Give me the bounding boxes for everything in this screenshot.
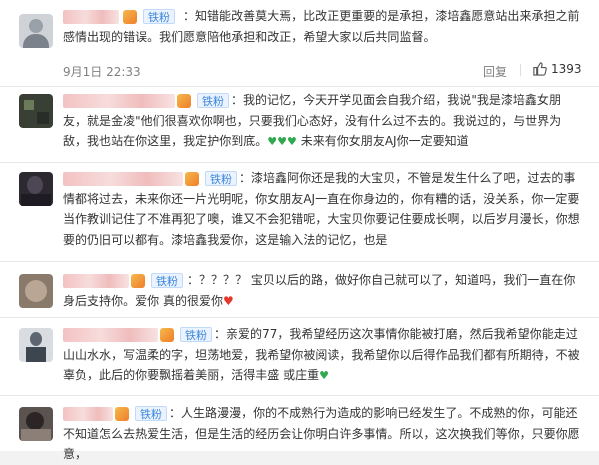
green-heart-icon: ♥: [287, 135, 297, 148]
avatar[interactable]: [19, 94, 53, 128]
red-heart-icon: ♥: [223, 293, 234, 308]
comment-text: ：漆培鑫阿你还是我的大宝贝，不管是发生什么了吧，过去的事情都将过去，未来你还一片…: [63, 171, 580, 247]
comment-text: ：？？？？ 宝贝以后的路，做好你自己就可以了，知道吗，我们一直在你身后支持你。爱…: [63, 273, 576, 308]
comment-item: 铁粉 ：漆培鑫阿你还是我的大宝贝，不管是发生什么了吧，过去的事情都将过去，未来你…: [0, 164, 599, 262]
divider: [520, 64, 521, 76]
green-heart-icon: ♥: [319, 369, 330, 382]
comment-text: ：知错能改善莫大焉，比改正更重要的是承担，漆培鑫愿意站出来承担之前感情出现的错误…: [63, 9, 580, 44]
comment-text: ：人生路漫漫，你的不成熟行为造成的影响已经发生了。不成熟的你，可能还不知道怎么去…: [63, 406, 580, 461]
comment-text: ：亲爱的77，我希望经历这次事情你能被打磨，然后我希望你能走过山山水水，写温柔的…: [63, 327, 580, 382]
like-count: 1393: [551, 61, 582, 76]
comment-text: ：我的记忆，今天开学见面会自我介绍，我说"我是漆培鑫女朋友，就是金凌"他们很喜欢…: [63, 93, 562, 148]
comment-time: 9月1日 22:33: [63, 65, 141, 79]
like-button[interactable]: 1393: [532, 61, 582, 76]
reply-button[interactable]: 回复: [483, 63, 507, 80]
comment-item: 铁粉 ：？？？？ 宝贝以后的路，做好你自己就可以了，知道吗，我们一直在你身后支持…: [0, 263, 599, 318]
comment-feed: 铁粉 ：知错能改善莫大焉，比改正更重要的是承担，漆培鑫愿意站出来承担之前感情出现…: [0, 0, 599, 461]
comment-item: 铁粉 ：我的记忆，今天开学见面会自我介绍，我说"我是漆培鑫女朋友，就是金凌"他们…: [0, 88, 599, 163]
thumb-up-icon: [533, 62, 547, 76]
avatar[interactable]: [19, 407, 53, 441]
comment-item: 铁粉 ：人生路漫漫，你的不成熟行为造成的影响已经发生了。不成熟的你，可能还不知道…: [0, 397, 599, 461]
green-heart-icon: ♥: [277, 135, 288, 148]
avatar[interactable]: [19, 172, 53, 206]
avatar[interactable]: [19, 328, 53, 362]
avatar[interactable]: [19, 274, 53, 308]
comment-item: 铁粉 ：知错能改善莫大焉，比改正更重要的是承担，漆培鑫愿意站出来承担之前感情出现…: [0, 0, 599, 87]
comment-item: 铁粉 ：亲爱的77，我希望经历这次事情你能被打磨，然后我希望你能走过山山水水，写…: [0, 319, 599, 396]
green-heart-icon: ♥: [267, 135, 278, 148]
avatar[interactable]: [19, 14, 53, 48]
